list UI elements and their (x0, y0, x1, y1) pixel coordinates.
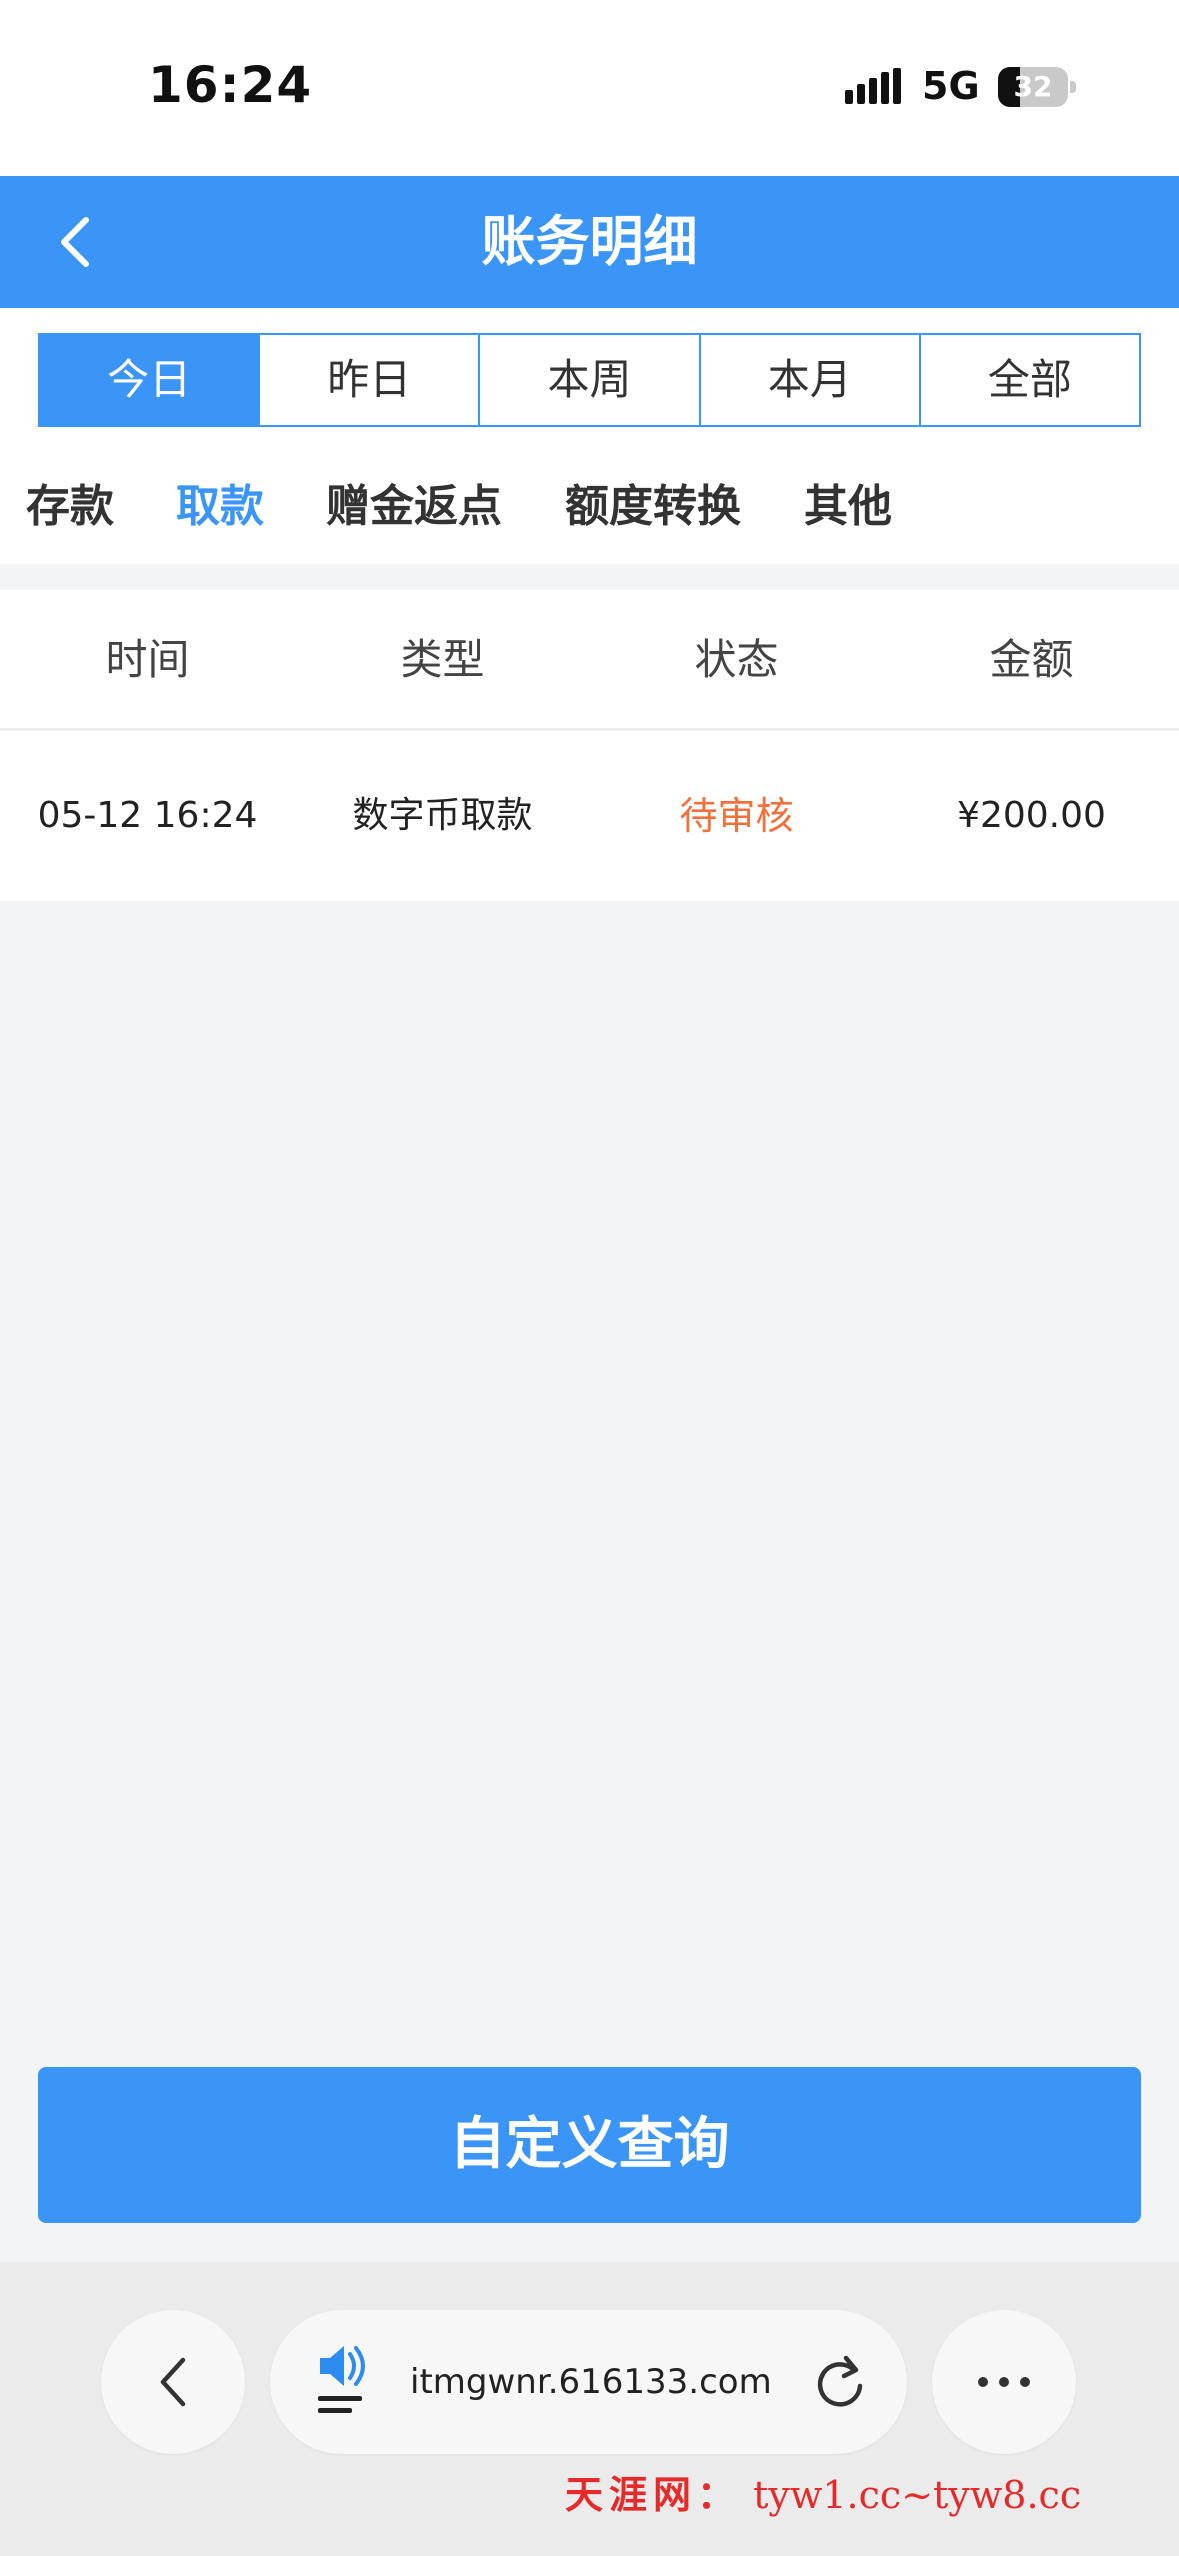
status-bar: 16:24 5G 32 (0, 0, 1179, 176)
browser-more-button[interactable] (932, 2310, 1076, 2454)
page-title: 账务明细 (481, 210, 698, 273)
signal-icon (845, 68, 901, 104)
watermark-url: tyw1.cc~tyw8.cc (753, 2473, 1082, 2517)
watermark-site-name: 天涯网： (565, 2472, 742, 2517)
watermark: 天涯网： tyw1.cc~tyw8.cc (565, 2464, 1081, 2519)
category-tab-withdraw[interactable]: 取款 (176, 470, 264, 534)
chevron-left-icon (160, 2357, 186, 2407)
period-tab-this-month[interactable]: 本月 (698, 335, 919, 425)
more-icon (978, 2377, 1030, 2387)
row-type: 数字币取款 (352, 795, 533, 836)
status-time: 16:24 (148, 56, 313, 114)
battery-icon: 32 (998, 67, 1076, 107)
row-time: 05-12 16:24 (37, 795, 258, 836)
column-header-amount: 金额 (989, 635, 1074, 684)
column-header-status: 状态 (694, 635, 779, 684)
category-tab-other[interactable]: 其他 (804, 470, 892, 534)
period-tab-this-week[interactable]: 本周 (478, 335, 698, 425)
address-bar[interactable]: itmgwnr.616133.com (270, 2310, 907, 2454)
reload-icon[interactable] (810, 2352, 870, 2412)
period-segmented-control: 今日 昨日 本周 本月 全部 (38, 333, 1141, 427)
row-amount: ¥200.00 (957, 795, 1106, 836)
speaker-icon[interactable] (314, 2344, 374, 2420)
battery-level: 32 (1013, 70, 1053, 103)
period-tab-yesterday[interactable]: 昨日 (258, 335, 478, 425)
back-button[interactable] (36, 202, 116, 282)
category-tab-deposit[interactable]: 存款 (26, 470, 114, 534)
chevron-left-icon (61, 217, 89, 267)
custom-query-button[interactable]: 自定义查询 (38, 2067, 1141, 2223)
url-text: itmgwnr.616133.com (410, 2362, 772, 2402)
period-tab-today[interactable]: 今日 (40, 335, 259, 425)
category-tab-bonus-rebate[interactable]: 赠金返点 (326, 470, 502, 534)
period-tab-all[interactable]: 全部 (918, 335, 1139, 425)
row-status-badge: 待审核 (679, 794, 794, 838)
browser-back-button[interactable] (101, 2310, 245, 2454)
nav-bar: 账务明细 (0, 176, 1179, 308)
network-type: 5G (922, 64, 980, 108)
category-tab-credit-transfer[interactable]: 额度转换 (565, 470, 741, 534)
column-header-type: 类型 (400, 635, 485, 684)
column-header-time: 时间 (105, 635, 190, 684)
table-header: 时间 类型 状态 金额 (0, 590, 1179, 730)
table-row[interactable]: 05-12 16:24 数字币取款 待审核 ¥200.00 (0, 731, 1179, 901)
